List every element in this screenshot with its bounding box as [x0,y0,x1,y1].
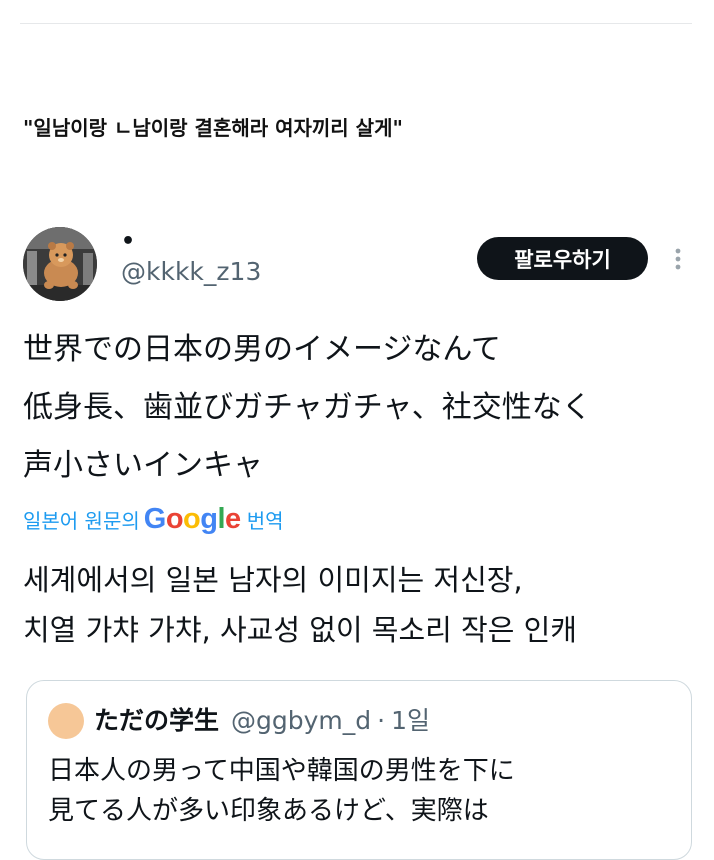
google-letter: l [217,502,226,535]
tweet-text-line: 世界での日本の男のイメージなんて [23,332,501,367]
tweet-text: 世界での日本の男のイメージなんて 低身長、歯並びガチャガチャ、社交性なく 声小さ… [23,321,703,495]
quote-separator: · [377,706,386,735]
quote-header: ただの学生 @ggbym_d · 1일 [94,701,430,737]
avatar[interactable] [23,227,97,301]
translated-text: 세계에서의 일본 남자의 이미지는 저신장, 치열 가챠 가챠, 사교성 없이 … [23,555,577,655]
user-handle[interactable]: @kkkk_z13 [121,257,261,286]
google-letter: e [225,502,241,535]
google-letter: o [183,502,201,535]
tweet-text-line: 低身長、歯並びガチャガチャ、社交性なく [23,390,592,425]
quote-text: 日本人の男って中国や韓国の男性を下に 見てる人が多い印象あるけど、実際は [48,751,515,831]
avatar-image-icon [23,227,97,301]
quote-text-line: 見てる人が多い印象あるけど、実際は [48,796,489,826]
quoted-tweet[interactable]: ただの学生 @ggbym_d · 1일 日本人の男って中国や韓国の男性を下に 見… [26,680,692,860]
follow-button[interactable]: 팔로우하기 [477,237,648,280]
translated-text-line: 치열 가챠 가챠, 사교성 없이 목소리 작은 인캐 [23,613,577,647]
google-letter: G [143,502,167,535]
tweet-text-line: 声小さいインキャ [23,448,263,483]
translation-prefix: 일본어 원문의 [23,508,140,533]
post-title: "일남이랑 ㄴ남이랑 결혼해라 여자끼리 살게" [23,116,403,140]
top-divider [20,23,692,24]
translation-attribution[interactable]: 일본어 원문의 Google 번역 [23,499,284,539]
google-letter: o [165,502,184,535]
translation-suffix: 번역 [246,508,284,533]
more-vertical-icon[interactable] [668,243,688,273]
google-letter: g [200,502,218,535]
quote-display-name: ただの学生 [94,706,220,735]
quote-handle: @ggbym_d [231,706,372,735]
display-name[interactable]: • [121,231,135,253]
quote-timestamp: 1일 [391,706,430,735]
google-logo: Google [144,503,241,536]
quote-text-line: 日本人の男って中国や韓国の男性を下に [48,756,515,786]
quote-avatar [48,703,84,739]
translated-text-line: 세계에서의 일본 남자의 이미지는 저신장, [23,563,523,597]
